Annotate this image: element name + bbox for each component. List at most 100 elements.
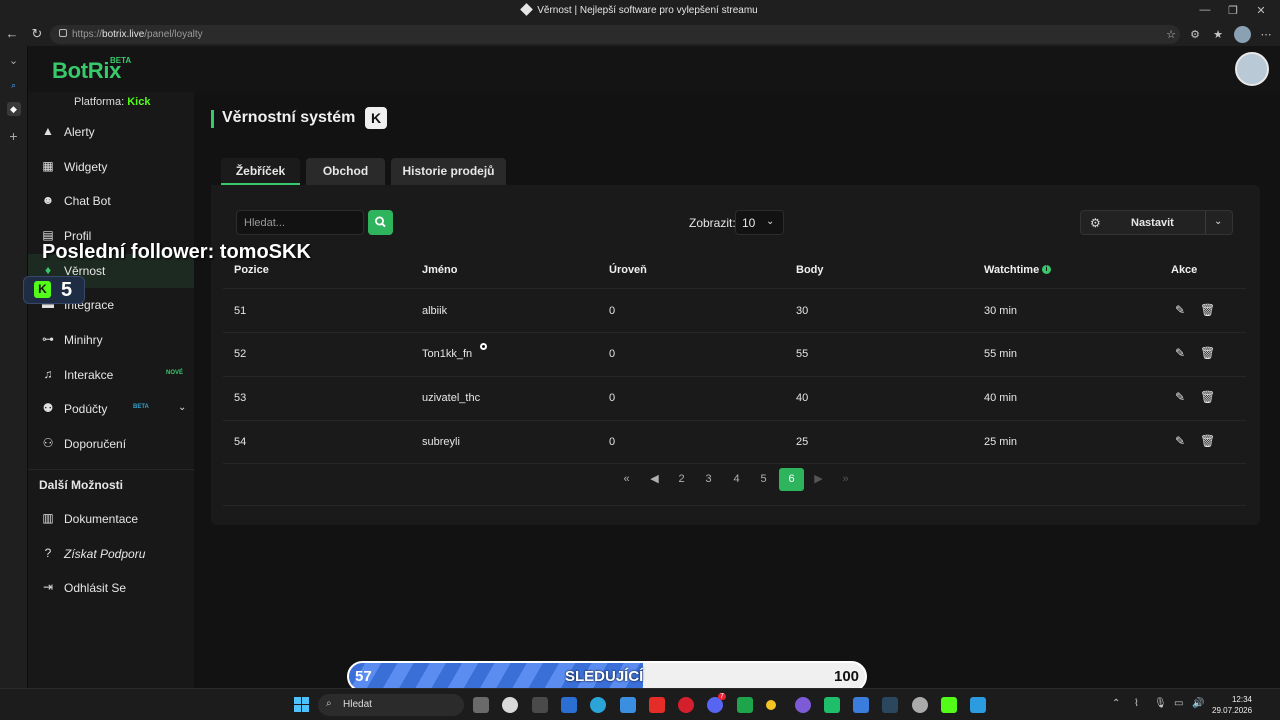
volume-icon[interactable]: 🔊 <box>1192 698 1204 709</box>
last-page-icon[interactable]: » <box>833 468 858 491</box>
platform-label: Platforma: Kick <box>74 96 151 108</box>
trash-icon[interactable]: 🗑 <box>1200 434 1215 448</box>
obs-icon[interactable] <box>912 697 928 713</box>
chevron-down-icon[interactable]: ⌄ <box>0 54 27 67</box>
chevron-down-icon[interactable]: ⌄ <box>178 402 186 413</box>
edit-icon[interactable]: ✎ <box>1175 390 1185 404</box>
app-icon[interactable] <box>824 697 840 713</box>
column-header-position[interactable]: Pozice <box>234 264 269 276</box>
wifi-icon[interactable]: ⌇ <box>1134 698 1139 709</box>
sidebar-item-referrals[interactable]: ⚇ Doporučení <box>28 427 194 461</box>
steam-icon[interactable] <box>882 697 898 713</box>
column-header-name[interactable]: Jméno <box>422 264 457 276</box>
search-button[interactable] <box>368 210 393 235</box>
xbox-icon[interactable] <box>737 697 753 713</box>
page-button[interactable]: 2 <box>669 468 694 491</box>
tray-chevron-icon[interactable]: ⌃ <box>1112 698 1120 709</box>
goal-target: 100 <box>834 668 860 685</box>
avatar[interactable] <box>1235 52 1269 86</box>
app-dot-icon[interactable] <box>766 700 776 710</box>
app-icon[interactable] <box>853 697 869 713</box>
add-tab-icon[interactable]: + <box>0 128 27 144</box>
first-page-icon[interactable]: « <box>614 468 639 491</box>
media-icon[interactable] <box>678 697 694 713</box>
search-input[interactable] <box>236 210 364 235</box>
favorites-icon[interactable]: ★ <box>1211 28 1225 41</box>
network-icon[interactable]: ▭ <box>1174 698 1183 709</box>
page-button-current[interactable]: 6 <box>779 468 804 491</box>
minimize-icon[interactable]: — <box>1198 4 1212 16</box>
page-size-select[interactable]: 10 ⌄ <box>735 210 784 235</box>
sidebar-item-widgets[interactable]: ▦ Widgety <box>28 150 194 184</box>
page-button[interactable]: 5 <box>751 468 776 491</box>
chevron-down-icon[interactable]: ⌄ <box>1214 216 1222 227</box>
botrix-tab-icon[interactable]: ◆ <box>0 102 27 116</box>
star-icon[interactable]: ☆ <box>1164 28 1178 41</box>
edge-icon[interactable] <box>590 697 606 713</box>
sidebar-item-logout[interactable]: ⇥ Odhlásit Se <box>28 571 194 605</box>
prev-page-icon[interactable]: ◀ <box>642 468 667 491</box>
tab-leaderboard[interactable]: Žebříček <box>221 158 300 185</box>
edit-icon[interactable]: ✎ <box>1175 434 1185 448</box>
cell-name: uzivatel_thc <box>422 392 481 404</box>
info-icon[interactable]: i <box>1042 265 1051 274</box>
sidebar-item-docs[interactable]: ▥ Dokumentace <box>28 502 194 536</box>
warning-icon: ▲ <box>42 124 54 138</box>
mail-icon[interactable] <box>561 697 577 713</box>
todo-icon[interactable] <box>620 697 636 713</box>
goal-current: 57 <box>355 668 372 685</box>
sidebar-item-interactions[interactable]: ♫ Interakce NOVÉ <box>28 358 194 392</box>
taskbar-search[interactable]: ⌕ Hledat <box>318 694 464 716</box>
sidebar-item-subaccounts[interactable]: ⚉ Podúčty BETA ⌄ <box>28 392 194 426</box>
cell-position: 53 <box>234 392 247 404</box>
cell-points: 40 <box>796 392 809 404</box>
heading-accent <box>211 110 214 128</box>
logout-icon: ⇥ <box>42 580 54 594</box>
cell-position: 54 <box>234 436 247 448</box>
reload-icon[interactable]: ↻ <box>29 26 45 42</box>
browser-profile-icon[interactable] <box>1234 26 1251 43</box>
app-icon[interactable] <box>970 697 986 713</box>
sidebar-item-minigames[interactable]: ⊶ Minihry <box>28 323 194 357</box>
column-header-level[interactable]: Úroveň <box>609 264 647 276</box>
edit-icon[interactable]: ✎ <box>1175 346 1185 360</box>
column-header-actions: Akce <box>1171 264 1198 276</box>
page-button[interactable]: 4 <box>724 468 749 491</box>
column-header-watchtime[interactable]: Watchtime <box>984 264 1039 276</box>
app-icon[interactable] <box>795 697 811 713</box>
page-button[interactable]: 3 <box>696 468 721 491</box>
maximize-icon[interactable]: ❐ <box>1226 4 1240 17</box>
close-icon[interactable]: ✕ <box>1254 4 1268 17</box>
next-page-icon[interactable]: ▶ <box>806 468 831 491</box>
extensions-icon[interactable]: ⚙ <box>1188 28 1202 41</box>
sidebar-item-chatbot[interactable]: ☻ Chat Bot <box>28 184 194 218</box>
cell-position: 51 <box>234 305 247 317</box>
back-icon[interactable]: ← <box>4 26 20 41</box>
page: BotRix BETA Platforma: Kick ▲ Alerty ▦ Wid… <box>28 46 1280 688</box>
edit-icon[interactable]: ✎ <box>1175 303 1185 317</box>
table-row: 54 subreyli 0 25 25 min ✎ 🗑 <box>211 421 1260 464</box>
column-header-points[interactable]: Body <box>796 264 824 276</box>
more-icon[interactable]: ⋯ <box>1259 28 1273 41</box>
clock[interactable]: 12:34 29.07.2026 <box>1212 694 1252 716</box>
address-bar[interactable]: https://botrix.live/panel/loyalty <box>50 25 1180 44</box>
url-text[interactable]: https://botrix.live/panel/loyalty <box>72 29 203 40</box>
trash-icon[interactable]: 🗑 <box>1200 346 1215 360</box>
sidebar-item-alerts[interactable]: ▲ Alerty <box>28 115 194 149</box>
calculator-icon[interactable] <box>532 697 548 713</box>
page-title: Věrnostní systém <box>222 109 356 126</box>
tab-shop[interactable]: Obchod <box>306 158 385 185</box>
tab-sales-history[interactable]: Historie prodejů <box>391 158 506 185</box>
task-view-icon[interactable] <box>473 697 489 713</box>
kick-icon[interactable] <box>941 697 957 713</box>
mic-icon[interactable]: 🎙 <box>1154 698 1167 709</box>
app-icon[interactable] <box>502 697 518 713</box>
trash-icon[interactable]: 🗑 <box>1200 390 1215 404</box>
search-icon[interactable]: ⌕ <box>0 80 27 91</box>
settings-button[interactable]: ⚙ Nastavit ⌄ <box>1080 210 1233 235</box>
sidebar-item-support[interactable]: ? Získat Podporu <box>28 537 194 571</box>
trash-icon[interactable]: 🗑 <box>1200 303 1215 317</box>
cell-watchtime: 25 min <box>984 436 1018 448</box>
windows-start-icon[interactable] <box>294 697 309 712</box>
youtube-icon[interactable] <box>649 697 665 713</box>
